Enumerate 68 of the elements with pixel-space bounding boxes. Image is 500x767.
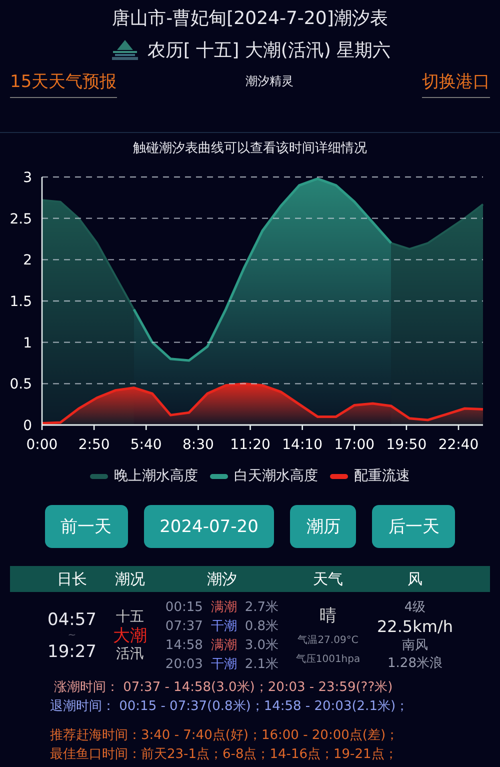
app-name: 潮汐精灵	[245, 72, 294, 90]
legend-label: 晚上潮水高度	[114, 467, 198, 485]
tide-height: 2.1米	[244, 656, 279, 674]
wind-direction: 南风	[402, 637, 428, 655]
tide-type: 干潮	[210, 618, 237, 636]
y-tick-label: 0.5	[10, 376, 32, 393]
temperature: 气温27.09°C	[298, 634, 358, 648]
tide-period-line: 退潮时间： 00:15 - 07:37(0.8米)；14:58 - 20:03(2.1米)；	[50, 698, 410, 716]
y-tick-label: 3	[23, 170, 32, 186]
x-tick-label: 19:50	[386, 437, 427, 453]
column-header: 日长	[56, 570, 88, 588]
x-tick-label: 8:30	[182, 437, 214, 453]
tide-type: 满潮	[210, 637, 237, 655]
range-separator: ~	[68, 630, 76, 642]
legend-label: 白天潮水高度	[234, 467, 318, 485]
x-tick-label: 2:50	[78, 437, 110, 453]
legend-swatch	[210, 474, 228, 478]
sunrise-time: 04:57	[48, 610, 96, 630]
tide-type: 满潮	[210, 599, 237, 617]
y-tick-label: 1	[23, 335, 32, 352]
tide-height: 0.8米	[244, 618, 279, 636]
x-tick-label: 5:40	[130, 437, 162, 453]
y-tick-label: 2	[23, 252, 32, 269]
legend-swatch	[330, 474, 348, 478]
wind-speed: 22.5km/h	[376, 617, 453, 637]
tide-type: 干潮	[210, 656, 237, 674]
column-header: 风	[406, 570, 424, 588]
nav-button[interactable]: 2024-07-20	[144, 505, 274, 548]
x-tick-label: 11:20	[230, 437, 270, 453]
legend-label: 配重流速	[354, 467, 410, 485]
switch-port-link[interactable]: 切换港口	[422, 70, 490, 98]
y-tick-label: 1.5	[10, 294, 32, 310]
tide-time: 14:58	[165, 637, 203, 655]
tide-strength: 大潮	[113, 626, 147, 646]
tide-height: 2.7米	[244, 599, 279, 617]
forecast-link[interactable]: 15天天气预报	[10, 70, 117, 98]
wind-force: 4级	[404, 599, 426, 617]
tip-line: 最佳鱼口时间：前天23-1点；6-8点；14-16点；19-21点；	[50, 746, 398, 764]
y-tick-label: 2.5	[10, 211, 32, 228]
tide-time: 07:37	[165, 618, 203, 636]
air-pressure: 气压1001hpa	[296, 652, 360, 666]
nav-button[interactable]: 前一天	[44, 505, 128, 548]
chart-hint: 触碰潮汐表曲线可以查看该时间详细情况	[132, 140, 368, 158]
nav-button[interactable]: 后一天	[372, 505, 456, 548]
night-tide-line[interactable]	[41, 199, 484, 310]
lunar-date: 农历[ 十五] 大潮(活汛) 星期六	[147, 39, 391, 62]
lunar-day: 十五	[116, 609, 144, 626]
legend-swatch	[90, 474, 108, 478]
page-title: 唐山市-曹妃甸[2024-7-20]潮汐表	[111, 7, 389, 31]
day-tide-line[interactable]	[132, 177, 392, 362]
x-tick-label: 17:00	[334, 437, 375, 453]
sunset-time: 19:27	[48, 642, 96, 662]
tip-line: 推荐赶海时间：3:40 - 7:40点(好)；16:00 - 20:00点(差)；	[50, 727, 400, 745]
tide-height: 3.0米	[244, 637, 279, 655]
x-tick-label: 0:00	[26, 437, 58, 453]
tide-surge: 活汛	[116, 646, 144, 663]
tide-time: 00:15	[165, 599, 203, 617]
column-header: 天气	[312, 570, 344, 588]
tide-period-line: 涨潮时间： 07:37 - 14:58(3.0米)；20:03 - 23:59(??米)	[53, 679, 394, 697]
y-tick-label: 0	[23, 418, 32, 434]
column-header: 潮汐	[206, 570, 238, 588]
weather-condition: 晴	[320, 604, 336, 626]
nav-button[interactable]: 潮历	[290, 505, 356, 548]
column-header: 潮况	[114, 570, 146, 588]
x-tick-label: 14:10	[282, 437, 322, 453]
wave-height: 1.28米浪	[388, 655, 442, 673]
x-tick-label: 22:40	[438, 437, 479, 453]
tide-time: 20:03	[165, 656, 203, 674]
